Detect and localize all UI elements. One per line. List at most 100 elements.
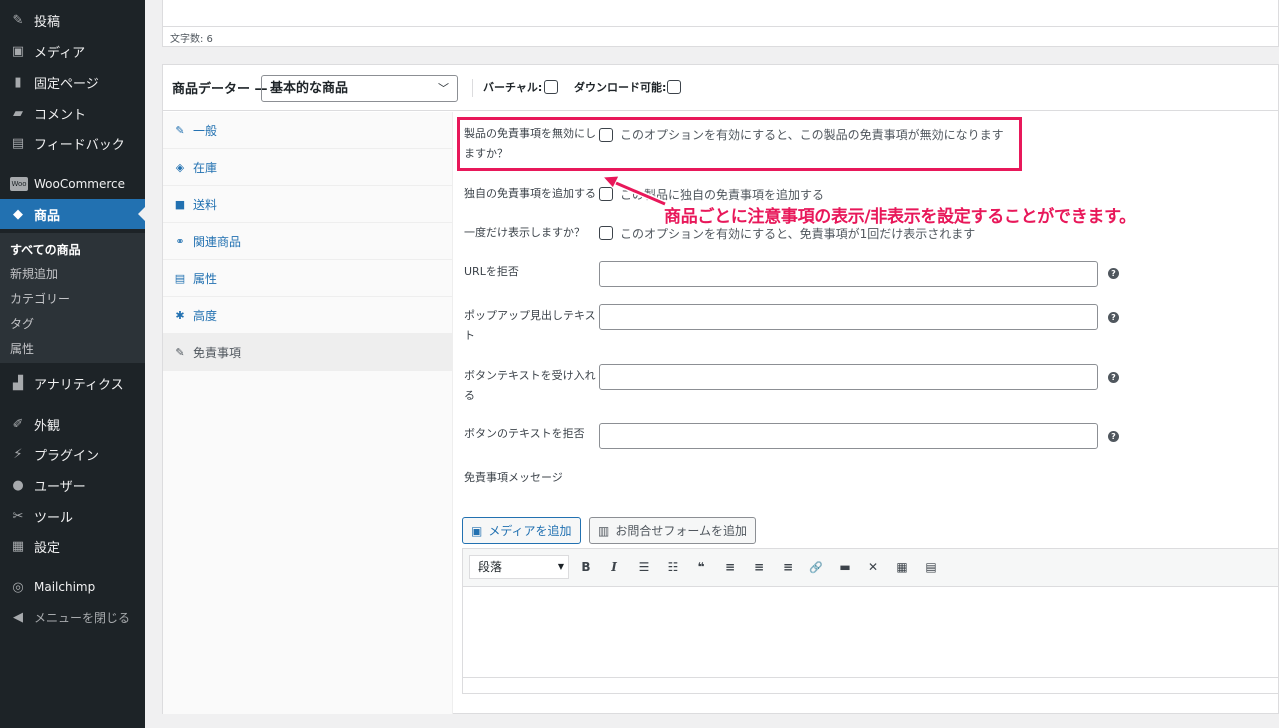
editor-statusbar [463, 677, 1278, 693]
link-button[interactable]: 🔗 [807, 558, 825, 576]
menu-label: Mailchimp [34, 580, 96, 594]
annotation-arrow-icon [601, 175, 667, 207]
product-data-label: 商品データー — [172, 82, 268, 97]
tab-label: 免責事項 [193, 345, 242, 360]
fullscreen-button[interactable]: ✕ [864, 558, 882, 576]
chevron-down-icon: ﹀ [438, 82, 449, 95]
menu-tools[interactable]: ✂ ツール [0, 501, 145, 531]
reject-url-label: URLを拒否 [464, 265, 519, 278]
appearance-icon: ✐ [12, 416, 24, 432]
help-icon[interactable]: ? [1108, 431, 1119, 442]
show-once-checkbox[interactable] [599, 226, 613, 240]
numbered-list-button[interactable]: ☷ [664, 558, 682, 576]
table-icon: ▤ [174, 271, 186, 285]
format-select[interactable]: 段落 ▼ [469, 555, 569, 579]
menu-analytics[interactable]: ▟ アナリティクス [0, 368, 145, 398]
menu-media[interactable]: ▣ メディア [0, 36, 145, 66]
tab-label: 属性 [193, 271, 218, 286]
truck-icon: ■ [174, 197, 186, 211]
submenu-add-new[interactable]: 新規追加 [10, 265, 58, 282]
blockquote-button[interactable]: ❝ [692, 558, 710, 576]
menu-label: ツール [34, 510, 74, 526]
menu-label: WooCommerce [34, 177, 125, 191]
form-insert-button[interactable]: ▦ [893, 558, 911, 576]
user-icon: ● [12, 477, 24, 493]
help-icon[interactable]: ? [1108, 312, 1119, 323]
menu-products[interactable]: ◆ 商品 [0, 199, 145, 229]
reject-url-input[interactable] [599, 261, 1098, 287]
accept-text-input[interactable] [599, 364, 1098, 390]
caret-down-icon: ▼ [557, 562, 564, 571]
downloadable-label: ダウンロード可能: [574, 81, 667, 94]
menu-woocommerce[interactable]: Woo WooCommerce [0, 169, 145, 199]
menu-pages[interactable]: ▮ 固定ページ [0, 67, 145, 97]
tab-label: 高度 [193, 308, 218, 323]
submenu-attributes[interactable]: 属性 [10, 340, 34, 357]
align-left-button[interactable]: ≡ [721, 558, 739, 576]
comment-icon: ▰ [13, 105, 23, 121]
read-more-button[interactable]: ▬ [836, 558, 854, 576]
bold-button[interactable]: B [577, 558, 595, 576]
add-form-button[interactable]: ▥ お問合せフォームを追加 [589, 517, 756, 544]
tab-advanced[interactable]: ✱ 高度 [163, 297, 453, 334]
tab-attributes[interactable]: ▤ 属性 [163, 260, 453, 297]
tab-disclaimer[interactable]: ✎ 免責事項 [163, 334, 453, 371]
add-media-button[interactable]: ▣ メディアを追加 [462, 517, 581, 544]
menu-appearance[interactable]: ✐ 外観 [0, 409, 145, 439]
plugin-icon: ⚡ [13, 446, 23, 462]
collapse-icon: ◀ [13, 609, 23, 625]
add-form-label: お問合せフォームを追加 [615, 524, 747, 538]
tab-shipping[interactable]: ■ 送料 [163, 186, 453, 223]
gear-icon: ✱ [175, 308, 185, 322]
menu-mailchimp[interactable]: ◎ Mailchimp [0, 572, 145, 602]
tab-general[interactable]: ✎ 一般 [163, 112, 453, 149]
editor-content-area[interactable] [163, 0, 1278, 27]
format-value: 段落 [478, 560, 503, 574]
tag-icon: ◈ [175, 160, 185, 174]
analytics-icon: ▟ [13, 375, 23, 391]
help-icon[interactable]: ? [1108, 268, 1119, 279]
help-icon[interactable]: ? [1108, 372, 1119, 383]
product-data-header: 商品データー — 基本的な商品 ﹀ バーチャル: ダウンロード可能: [163, 65, 1278, 111]
disclaimer-message-editor[interactable] [462, 586, 1279, 694]
menu-label: プラグイン [34, 448, 100, 464]
downloadable-checkbox[interactable] [667, 80, 681, 94]
menu-collapse[interactable]: ◀ メニューを閉じる [0, 602, 145, 632]
align-right-button[interactable]: ≡ [779, 558, 797, 576]
menu-plugins[interactable]: ⚡ プラグイン [0, 439, 145, 469]
add-media-label: メディアを追加 [488, 524, 572, 538]
feedback-icon: ▤ [11, 135, 25, 151]
align-center-button[interactable]: ≡ [750, 558, 768, 576]
annotation-highlight-box [457, 117, 1022, 171]
bullet-list-button[interactable]: ☰ [635, 558, 653, 576]
content-editor-bottom [162, 0, 1279, 47]
toolbar-toggle-button[interactable]: ▤ [922, 558, 940, 576]
menu-users[interactable]: ● ユーザー [0, 470, 145, 500]
product-type-select[interactable]: 基本的な商品 ﹀ [261, 75, 458, 102]
menu-settings[interactable]: ▦ 設定 [0, 531, 145, 561]
tab-inventory[interactable]: ◈ 在庫 [163, 149, 453, 186]
menu-label: メニューを閉じる [34, 610, 131, 625]
italic-button[interactable]: I [605, 558, 623, 576]
tab-linked-products[interactable]: ⚭ 関連商品 [163, 223, 453, 260]
submenu-categories[interactable]: カテゴリー [10, 290, 70, 307]
menu-label: 外観 [34, 418, 61, 434]
link-icon: ⚭ [175, 234, 185, 248]
popup-heading-label: ポップアップ見出しテキス ト [464, 306, 596, 346]
reject-text-label: ボタンのテキストを拒否 [464, 427, 585, 440]
settings-icon: ▦ [11, 538, 25, 554]
virtual-checkbox[interactable] [544, 80, 558, 94]
reject-text-input[interactable] [599, 423, 1098, 449]
form-icon: ▥ [598, 523, 610, 538]
media-icon: ▣ [11, 43, 25, 59]
menu-posts[interactable]: ✎ 投稿 [0, 5, 145, 35]
tab-label: 関連商品 [193, 234, 242, 249]
menu-comments[interactable]: ▰ コメント [0, 98, 145, 128]
virtual-label: バーチャル: [483, 81, 543, 94]
submenu-tags[interactable]: タグ [10, 315, 34, 332]
show-once-desc: このオプションを有効にすると、免責事項が1回だけ表示されます [620, 227, 976, 241]
submenu-all-products[interactable]: すべての商品 [10, 241, 81, 258]
menu-feedback[interactable]: ▤ フィードバック [0, 128, 145, 158]
popup-heading-input[interactable] [599, 304, 1098, 330]
menu-label: アナリティクス [34, 377, 124, 393]
